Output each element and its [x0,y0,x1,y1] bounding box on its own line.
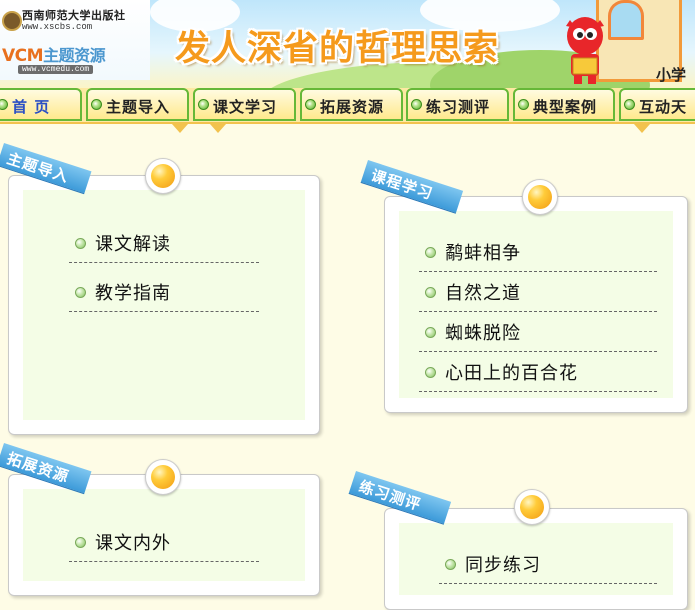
tab-practice[interactable]: 练习测评 [406,88,509,121]
tab-interactive[interactable]: 互动天 [619,88,695,121]
bullet-icon [425,287,436,298]
list-item[interactable]: 自然之道 [419,271,657,312]
tab-bullet-icon [198,99,209,110]
tab-label: 互动天 [639,98,688,116]
tab-label: 首 页 [12,98,51,116]
tab-pointer-icon [172,124,188,133]
page-title: 发人深省的哲理思索 [175,29,500,69]
window-decoration [608,0,644,40]
pin-icon [522,179,558,215]
tab-pointer-icon [634,124,650,133]
mascot-icon [566,17,604,84]
tab-topic-intro[interactable]: 主题导入 [86,88,189,121]
panel-topic-intro: 课文解读 教学指南 [8,175,320,435]
tab-resources[interactable]: 拓展资源 [300,88,403,121]
list-item[interactable]: 心田上的百合花 [419,351,657,392]
list-item-label: 教学指南 [95,283,171,304]
tab-label: 课文学习 [213,98,278,116]
list-item[interactable]: 教学指南 [69,271,259,312]
main-nav: 首 页 主题导入 课文学习 拓展资源 练习测评 典型案例 互动天 [0,88,695,124]
bullet-icon [425,247,436,258]
list-item-label: 自然之道 [445,283,521,304]
list-item[interactable]: 课文内外 [69,521,259,562]
tab-label: 主题导入 [106,98,171,116]
list-item[interactable]: 课文解读 [69,222,259,263]
tab-bullet-icon [91,99,102,110]
tab-bullet-icon [411,99,422,110]
tab-text-study[interactable]: 课文学习 [193,88,296,121]
panel-lessons: 鹬蚌相争 自然之道 蜘蛛脱险 心田上的百合花 [384,196,688,413]
tab-pointer-icon [210,124,226,133]
logo-area[interactable]: 西南师范大学出版社 www.xscbs.com VCM主题资源 www.vcme… [0,0,150,80]
tab-label: 拓展资源 [320,98,385,116]
brand-logo: VCM主题资源 [2,46,106,66]
tab-bullet-icon [518,99,529,110]
pin-icon [145,158,181,194]
list-item[interactable]: 蜘蛛脱险 [419,311,657,352]
list-item-label: 课文解读 [95,234,171,255]
tab-cases[interactable]: 典型案例 [513,88,615,121]
pin-icon [145,459,181,495]
publisher-emblem-icon [2,11,22,31]
bullet-icon [425,327,436,338]
tab-label: 练习测评 [426,98,491,116]
list-item[interactable]: 鹬蚌相争 [419,231,657,272]
bullet-icon [75,537,86,548]
bullet-icon [425,367,436,378]
tab-bullet-icon [0,99,8,110]
page-header: 西南师范大学出版社 www.xscbs.com VCM主题资源 www.vcme… [0,0,695,88]
bullet-icon [75,287,86,298]
list-item-label: 心田上的百合花 [445,363,578,384]
pin-icon [514,489,550,525]
level-label: 小学 [656,66,687,84]
bullet-icon [75,238,86,249]
publisher-name: 西南师范大学出版社 [22,9,126,22]
publisher-url: www.xscbs.com [22,22,93,32]
bullet-icon [445,559,456,570]
list-item-label: 鹬蚌相争 [445,243,521,264]
list-item-label: 同步练习 [465,555,541,576]
tab-bullet-icon [624,99,635,110]
list-item-label: 课文内外 [95,533,171,554]
tab-label: 典型案例 [533,98,598,116]
brand-url: www.vcmedu.com [18,65,94,74]
list-item[interactable]: 同步练习 [439,543,657,584]
tab-bullet-icon [305,99,316,110]
tab-home[interactable]: 首 页 [0,88,82,121]
list-item-label: 蜘蛛脱险 [445,323,521,344]
